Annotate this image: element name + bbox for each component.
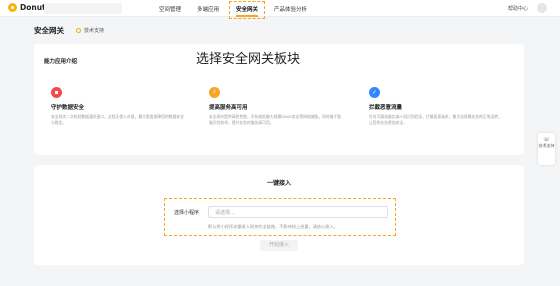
feature-title: 拦截恶意流量 — [369, 105, 403, 111]
select-hint: 默认将小程序流量接入网关的全链路，不影响线上流量，请放心接入。 — [208, 224, 338, 229]
annotation-text: 选择安全网关板块 — [196, 52, 301, 67]
feature-title: 守护数据安全 — [51, 105, 85, 111]
top-navigation-bar: Donut 空间管理 多端应用 安全网关 产品体验分析 帮助中心 — [0, 0, 560, 17]
shield-check-icon: ✓ — [369, 87, 380, 98]
help-center-link[interactable]: 帮助中心 — [508, 5, 528, 12]
brand-name: Donut — [20, 3, 46, 12]
access-title: 一键接入 — [266, 180, 291, 187]
feature-description: 安全网关二次校验数据通讯接口，全程无侵入对接，最大限度保障您的数据安全与稳定。 — [51, 114, 184, 125]
feature-high-availability: ⚡ 提高服务高可用 安全网关提供高防性能，可有效抵御大规模DDoS攻击等网络威胁… — [209, 87, 344, 126]
nav-item-product-experience-analysis[interactable]: 产品体验分析 — [274, 5, 307, 13]
shield-lock-icon: ▪ — [51, 87, 62, 98]
tech-support-link[interactable]: 技术支持 — [76, 27, 104, 34]
nav-highlight-annotation — [229, 1, 265, 19]
feature-block-malicious-traffic: ✓ 拦截恶意流量 针对可疑流量实施人机识别验证，拦截恶意请求，最大化保障业务的正… — [369, 87, 504, 126]
tech-support-label: 技术支持 — [84, 28, 105, 34]
feature-description: 针对可疑流量实施人机识别验证，拦截恶意请求，最大化保障业务的正常运转，让您的业务… — [369, 114, 502, 125]
support-ring-icon — [76, 28, 81, 33]
nav-item-multi-platform-apps[interactable]: 多端应用 — [197, 5, 219, 13]
floating-tech-support-tab[interactable]: ☏ 技术支持 — [538, 133, 555, 165]
brand[interactable]: Donut — [8, 3, 46, 12]
page-title: 安全网关 — [34, 26, 64, 35]
feature-data-security: ▪ 守护数据安全 安全网关二次校验数据通讯接口，全程无侵入对接，最大限度保障您的… — [51, 87, 186, 126]
nav-item-space-management[interactable]: 空间管理 — [159, 5, 181, 13]
select-annotation-area: 选择小程序 请选择... 默认将小程序流量接入网关的全链路，不影响线上流量，请放… — [164, 198, 396, 236]
select-mini-program-label: 选择小程序 — [174, 210, 200, 216]
side-tab-label: 技术支持 — [538, 143, 555, 148]
mini-program-select[interactable]: 请选择... — [208, 206, 388, 218]
feature-description: 安全网关提供高防性能，可有效抵御大规模DDoS攻击等网络威胁，同时基于智能识别技… — [209, 114, 342, 125]
select-placeholder: 请选择... — [215, 210, 235, 216]
one-click-access-card: 一键接入 选择小程序 请选择... 默认将小程序流量接入网关的全链路，不影响线上… — [34, 165, 524, 265]
top-search-box[interactable] — [44, 3, 122, 14]
donut-logo-icon — [8, 3, 17, 12]
feature-title: 提高服务高可用 — [209, 105, 248, 111]
capabilities-title: 能力应用介绍 — [44, 59, 78, 65]
lightning-icon: ⚡ — [209, 87, 220, 98]
user-avatar[interactable] — [537, 3, 547, 13]
start-access-button[interactable]: 开始接入 — [260, 240, 298, 251]
